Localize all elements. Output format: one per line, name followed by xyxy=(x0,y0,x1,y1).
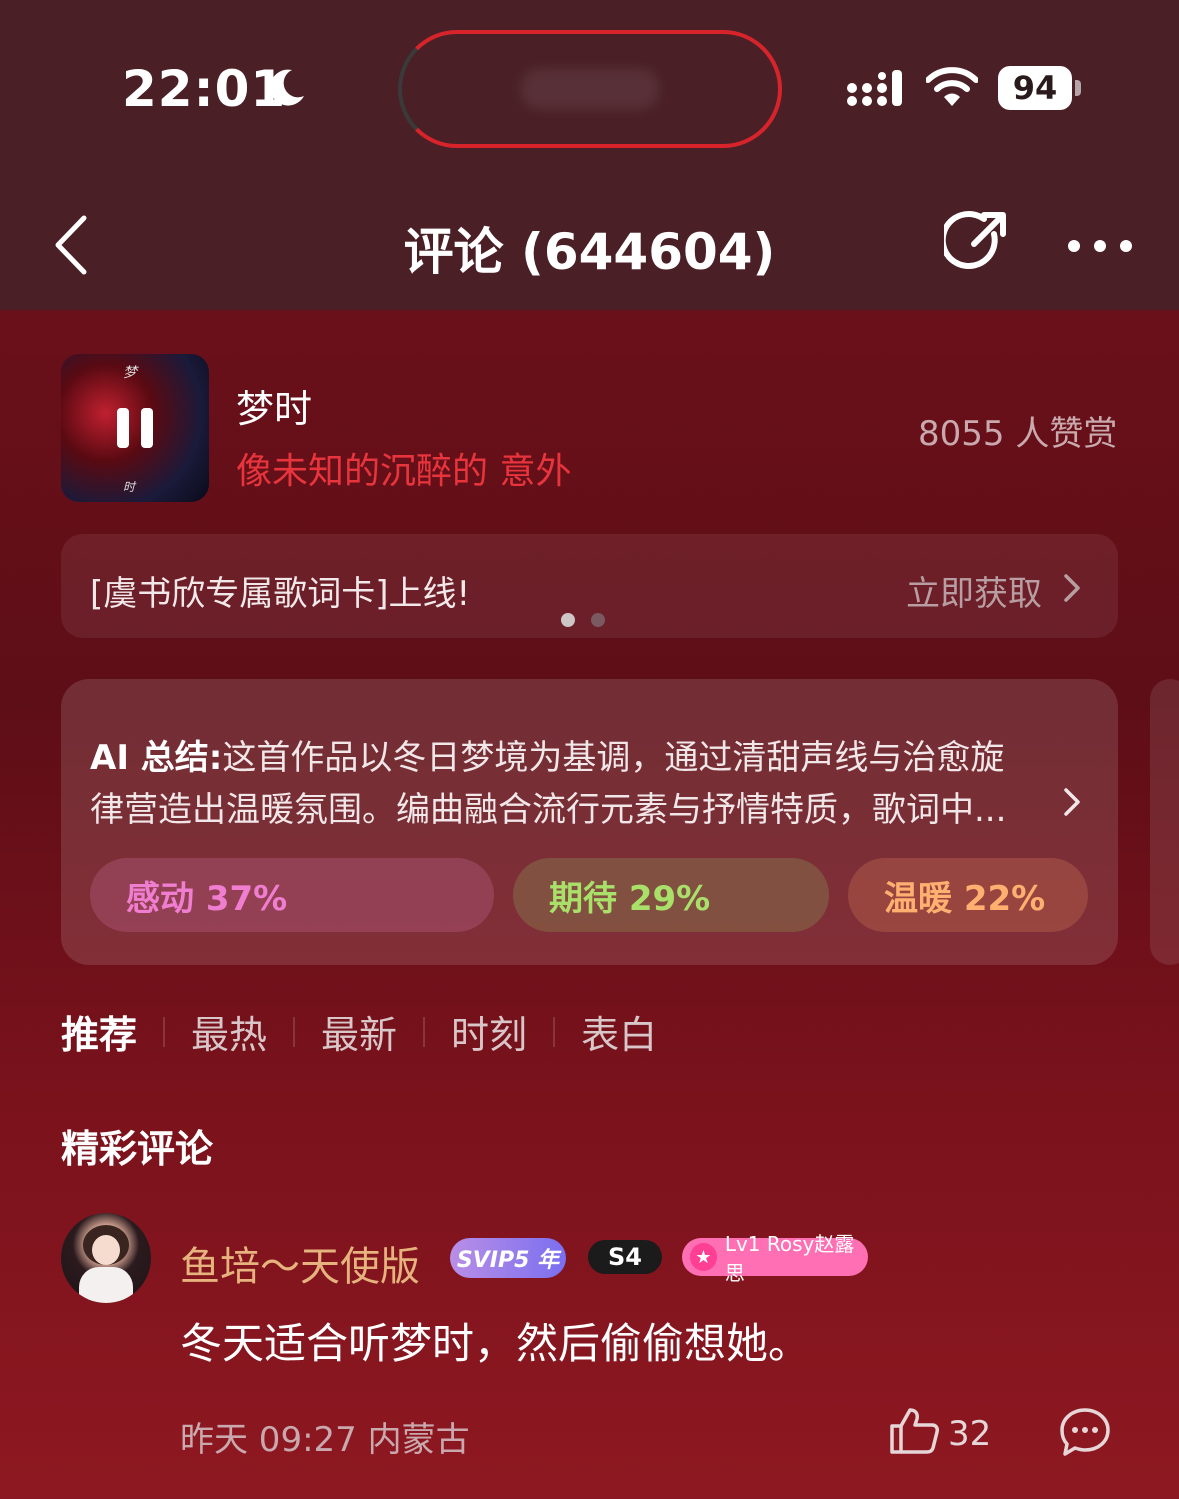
svip-badge[interactable]: SVIP5 年 xyxy=(450,1238,566,1278)
like-count: 32 xyxy=(948,1414,992,1454)
avatar-dress xyxy=(79,1267,133,1303)
emotion-tag-warmth[interactable]: 温暖 22% xyxy=(848,858,1088,932)
appreciation-count[interactable]: 8055 人赞赏 xyxy=(918,406,1117,455)
more-options-icon[interactable] xyxy=(1064,226,1136,266)
moon-icon xyxy=(270,69,304,106)
comment-username[interactable]: 鱼培～天使版 xyxy=(180,1234,420,1292)
section-title: 精彩评论 xyxy=(61,1127,214,1171)
wifi-icon xyxy=(926,67,978,106)
song-title[interactable]: 梦时 xyxy=(236,378,312,433)
cover-title-glyph: 梦 xyxy=(123,365,137,381)
emotion-tag-expectation[interactable]: 期待 29% xyxy=(513,858,829,932)
tab-newest[interactable]: 最新 xyxy=(321,1004,397,1059)
tab-recommended[interactable]: 推荐 xyxy=(61,1004,137,1059)
avatar[interactable] xyxy=(61,1213,151,1303)
cover-subtitle-glyph: 时 xyxy=(123,480,136,494)
star-icon: ★ xyxy=(690,1243,717,1271)
tab-divider xyxy=(293,1016,296,1047)
chevron-right-icon[interactable] xyxy=(1062,572,1082,604)
share-icon[interactable] xyxy=(944,210,1010,276)
ai-summary-text-1: 这首作品以冬日梦境为基调，通过清甜声线与治愈旋 xyxy=(222,738,1005,778)
tab-moments[interactable]: 时刻 xyxy=(451,1004,527,1059)
ai-summary-label: AI 总结: xyxy=(90,738,223,778)
emotion-tag-moved[interactable]: 感动 37% xyxy=(90,858,494,932)
next-card-peek xyxy=(1150,679,1179,965)
cellular-signal-icon xyxy=(847,70,902,106)
reply-bubble-icon[interactable] xyxy=(1058,1406,1112,1458)
thumbs-up-icon[interactable] xyxy=(888,1404,940,1456)
tab-divider xyxy=(553,1016,556,1047)
tab-divider xyxy=(163,1016,166,1047)
avatar-face xyxy=(92,1235,120,1265)
status-time: 22:01 xyxy=(122,60,287,118)
comment-text[interactable]: 冬天适合听梦时，然后偷偷想她。 xyxy=(180,1310,810,1371)
banner-text: [虞书欣专属歌词卡]上线! xyxy=(90,574,471,614)
fan-badge-label: Lv1 Rosy赵露思 xyxy=(724,1232,855,1285)
ai-summary-line-1: AI 总结:这首作品以冬日梦境为基调，通过清甜声线与治愈旋 xyxy=(90,730,1004,779)
carousel-dot-active xyxy=(561,613,575,627)
island-content xyxy=(520,68,660,110)
song-lyric: 像未知的沉醉的 意外 xyxy=(236,451,572,492)
ai-summary-line-2: 律营造出温暖氛围。编曲融合流行元素与抒情特质，歌词中... xyxy=(90,790,1007,830)
carousel-dot xyxy=(591,613,605,627)
battery-tip xyxy=(1075,80,1081,96)
chevron-right-icon[interactable] xyxy=(1062,786,1082,818)
tab-hottest[interactable]: 最热 xyxy=(191,1004,267,1059)
banner-get-link[interactable]: 立即获取 xyxy=(906,566,1042,615)
comment-meta: 昨天 09:27 内蒙古 xyxy=(180,1420,470,1460)
fan-badge[interactable]: ★ Lv1 Rosy赵露思 xyxy=(682,1232,868,1285)
battery-indicator: 94 xyxy=(998,66,1072,110)
tab-divider xyxy=(423,1016,426,1047)
comment-sort-tabs: 推荐 最热 最新 时刻 表白 xyxy=(61,1004,657,1059)
pause-icon[interactable] xyxy=(115,408,155,448)
song-cover[interactable]: 梦 时 xyxy=(61,354,209,502)
tab-confession[interactable]: 表白 xyxy=(581,1004,657,1059)
level-badge[interactable]: S4 xyxy=(588,1240,662,1274)
